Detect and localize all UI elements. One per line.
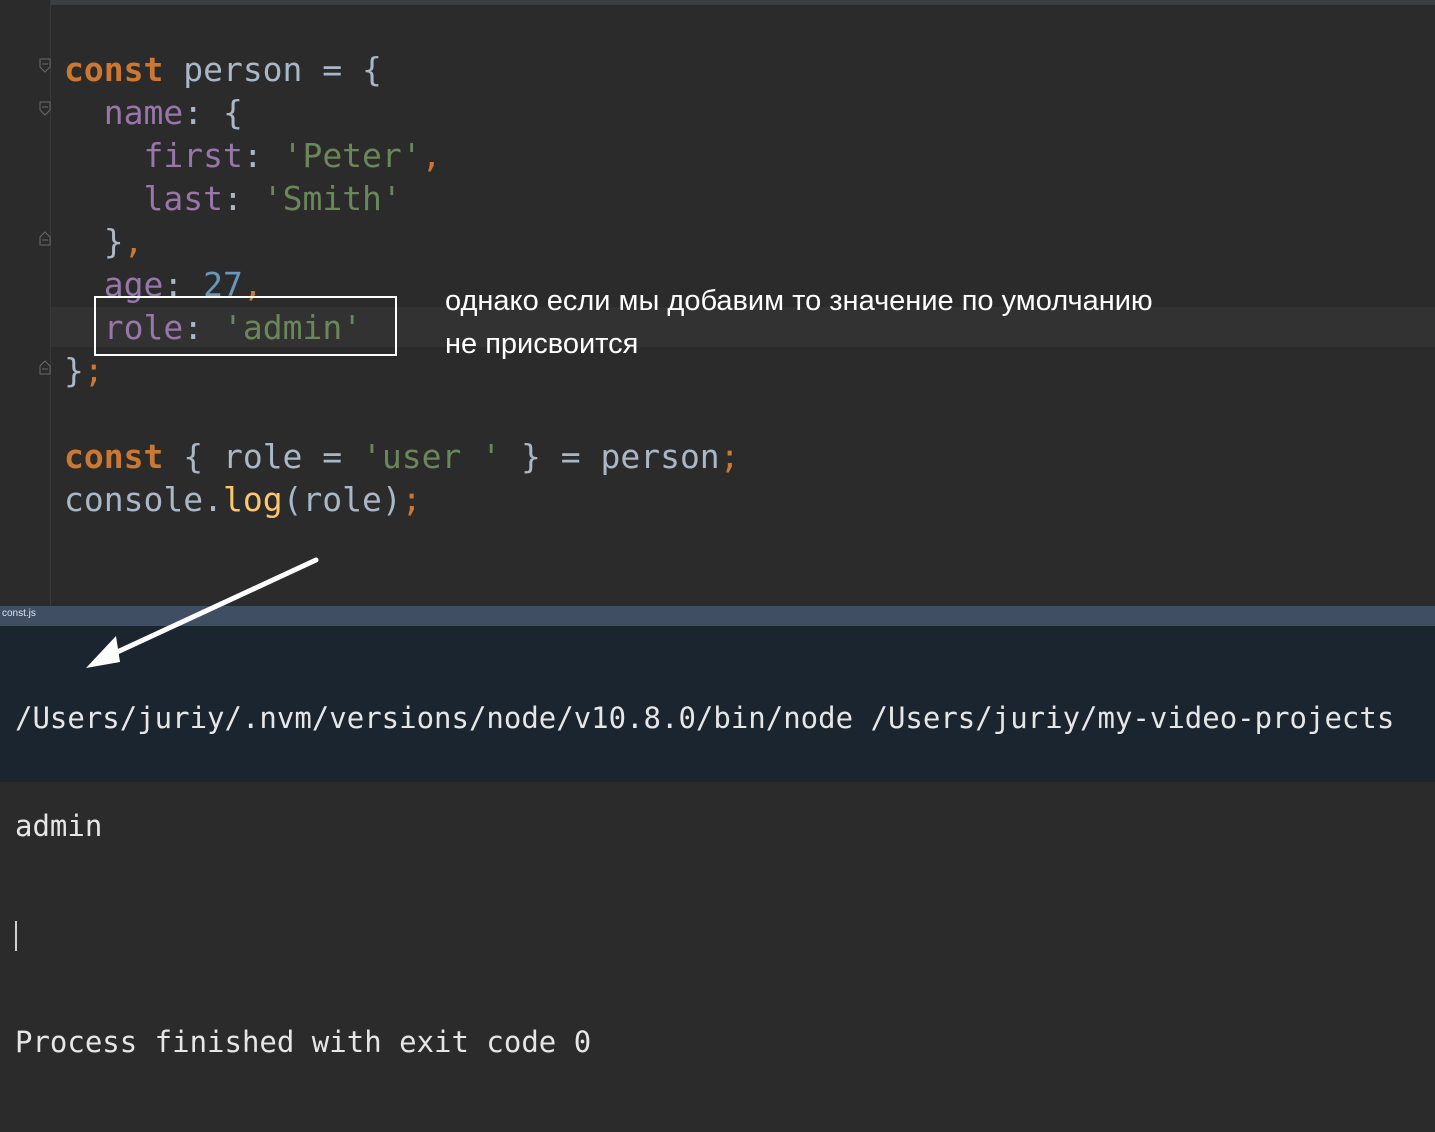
code-token: } xyxy=(103,222,124,261)
annotation-line-1: однако если мы добавим то значение по ум… xyxy=(445,285,1153,317)
code-token: = { xyxy=(322,50,382,89)
console-cursor-line[interactable] xyxy=(15,916,1394,952)
code-line[interactable]: const person = { xyxy=(64,48,740,91)
annotation-highlight-box xyxy=(94,296,397,356)
code-token: console. xyxy=(64,480,223,519)
code-token: ; xyxy=(83,351,104,390)
code-line[interactable]: }, xyxy=(64,220,740,263)
code-token: const xyxy=(64,50,164,89)
code-line[interactable]: const { role = 'user ' } = person; xyxy=(64,435,740,478)
code-token: log xyxy=(222,480,283,519)
code-line[interactable]: first: 'Peter', xyxy=(64,134,740,177)
console-exit-message: Process finished with exit code 0 xyxy=(15,1025,592,1059)
code-token: 'Smith' xyxy=(262,179,402,218)
fold-close-icon[interactable] xyxy=(39,359,51,375)
code-token: : xyxy=(222,179,263,218)
console-output-line: admin xyxy=(15,809,103,843)
code-token: name xyxy=(103,93,184,132)
code-token: 'user ' xyxy=(362,437,502,476)
code-token: person xyxy=(600,437,720,476)
code-token: role xyxy=(222,437,323,476)
code-token: const xyxy=(64,437,164,476)
code-token: ; xyxy=(401,480,422,519)
code-line[interactable]: name: { xyxy=(64,91,740,134)
console-command-line: /Users/juriy/.nvm/versions/node/v10.8.0/… xyxy=(15,701,1395,735)
code-token: : { xyxy=(183,93,243,132)
code-editor[interactable]: const person = { name: { first: 'Peter',… xyxy=(0,0,1435,606)
code-line[interactable]: console.log(role); xyxy=(64,478,740,521)
annotation-line-2: не присвоится xyxy=(445,328,639,360)
code-token: person xyxy=(163,50,323,89)
code-token: , xyxy=(421,136,442,175)
code-token: ) xyxy=(381,480,402,519)
text-cursor xyxy=(15,921,17,951)
code-line[interactable] xyxy=(64,392,740,435)
editor-tab-bar xyxy=(0,0,1435,5)
run-console[interactable]: /Users/juriy/.nvm/versions/node/v10.8.0/… xyxy=(0,626,1435,1059)
code-token: } = xyxy=(501,437,601,476)
code-token: last xyxy=(143,179,223,218)
code-token: ( xyxy=(282,480,303,519)
editor-gutter xyxy=(0,0,51,606)
code-token: first xyxy=(143,136,243,175)
fold-close-icon[interactable] xyxy=(39,230,51,246)
code-token: role xyxy=(302,480,382,519)
fold-open-icon[interactable] xyxy=(39,58,51,74)
code-token: : xyxy=(242,136,283,175)
code-line[interactable]: last: 'Smith' xyxy=(64,177,740,220)
code-token: , xyxy=(123,222,144,261)
terminal-tab[interactable]: const.js xyxy=(0,606,1435,626)
code-token: { xyxy=(163,437,223,476)
terminal-tab-label: const.js xyxy=(2,608,36,619)
code-token: ; xyxy=(719,437,740,476)
code-token: 'Peter' xyxy=(282,136,422,175)
fold-open-icon[interactable] xyxy=(39,101,51,117)
code-token: = xyxy=(322,437,363,476)
annotation-text: однако если мы добавим то значение по ум… xyxy=(445,280,1153,366)
code-token: } xyxy=(64,351,84,390)
